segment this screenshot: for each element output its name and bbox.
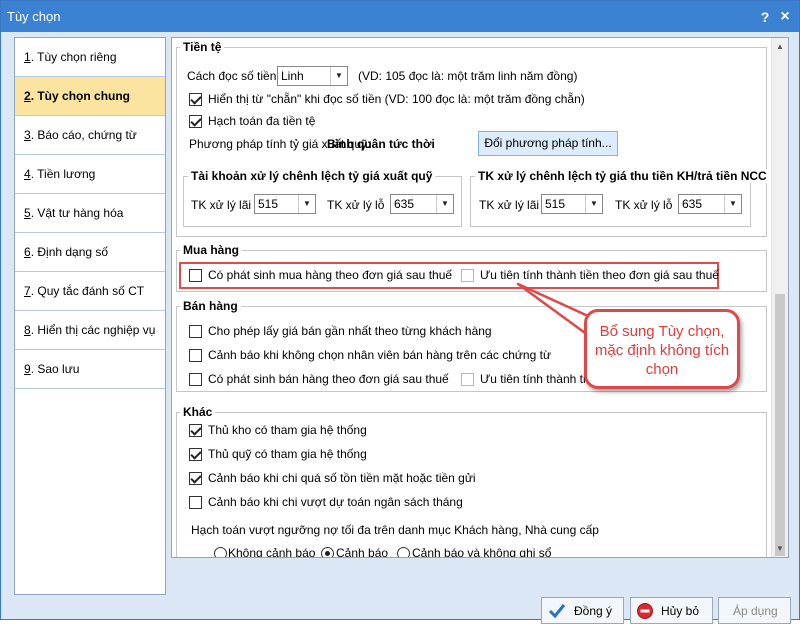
callout-line-2: mặc định không tích [594, 342, 730, 359]
options-dialog: Tùy chọn ? × 1. Tùy chọn riêng 2. Tùy ch… [0, 0, 800, 624]
annotation-callout: Bổ sung Tùy chọn, mặc định không tích ch… [584, 309, 740, 389]
callout-line-3: chọn [645, 361, 679, 378]
callout-line-1: Bổ sung Tùy chọn, [599, 323, 725, 340]
